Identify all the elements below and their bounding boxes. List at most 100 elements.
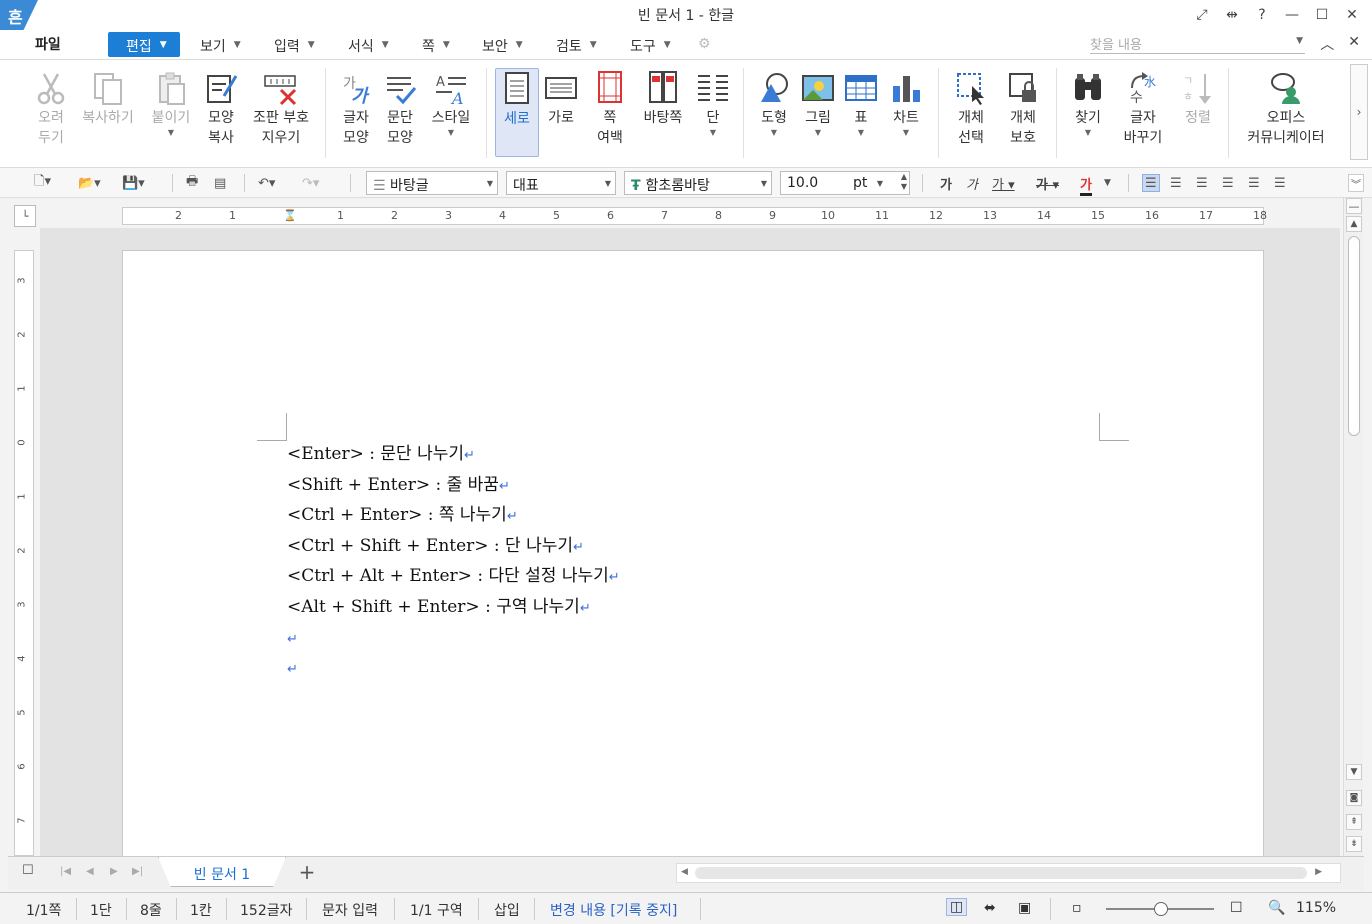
menu-edit[interactable]: 편집 ▼: [108, 32, 180, 57]
align-center-icon[interactable]: ☰: [1196, 174, 1208, 192]
menu-file[interactable]: 파일: [35, 34, 61, 54]
language-select[interactable]: 대표 ▼: [506, 171, 616, 195]
document-line[interactable]: <Ctrl + Shift + Enter> : 단 나누기↵: [287, 531, 620, 562]
scroll-top-icon[interactable]: —: [1346, 198, 1362, 214]
char-shape-button[interactable]: 가가 글자 모양: [336, 68, 376, 148]
prev-tab-icon[interactable]: ◀: [86, 866, 94, 877]
next-tab-icon[interactable]: ▶: [110, 866, 118, 877]
font-size-input[interactable]: 10.0 pt ▼ ▲ ▼: [780, 171, 910, 195]
font-select[interactable]: Ŧ 함초롬바탕 ▼: [624, 171, 772, 195]
ribbon-expand-button[interactable]: ›: [1350, 64, 1368, 160]
collapse-ribbon-icon[interactable]: ︿: [1320, 34, 1334, 54]
scrollbar-thumb[interactable]: [1348, 236, 1360, 436]
picture-button[interactable]: 그림 ▼: [798, 68, 838, 138]
ruler-corner-icon[interactable]: └: [14, 205, 36, 227]
zoom-in-icon[interactable]: ☐: [1230, 900, 1243, 916]
table-button[interactable]: 표 ▼: [842, 68, 880, 138]
justify-icon[interactable]: ☰: [1142, 174, 1160, 192]
close-button[interactable]: ✕: [1340, 4, 1364, 26]
object-select-button[interactable]: 개체 선택: [948, 68, 994, 148]
minimize-button[interactable]: —: [1280, 4, 1304, 26]
paste-button[interactable]: 붙이기 ▼: [148, 68, 194, 138]
document-line[interactable]: <Alt + Shift + Enter> : 구역 나누기↵: [287, 592, 620, 623]
toolbar-more-icon[interactable]: ︾: [1348, 174, 1364, 192]
vertical-scrollbar[interactable]: — ▲ ▼ ◙ ⇞ ⇟: [1343, 198, 1363, 856]
bold-button[interactable]: 가: [940, 174, 952, 193]
redo-icon[interactable]: ↷▾: [302, 174, 319, 192]
vertical-ruler[interactable]: 3 2 1 0 1 2 3 4 5 6 7: [14, 250, 34, 856]
split-view-icon[interactable]: ⇹: [1220, 4, 1244, 26]
tab-list-icon[interactable]: ☐: [22, 863, 34, 878]
settings-icon[interactable]: ⚙: [698, 32, 728, 57]
italic-button[interactable]: 가: [966, 174, 978, 193]
ruler-indent-marker[interactable]: ⌛: [283, 209, 297, 222]
last-tab-icon[interactable]: ▶|: [132, 866, 143, 877]
menu-review[interactable]: 검토 ▼: [544, 32, 618, 57]
strikethrough-button[interactable]: 가 ▾: [1036, 174, 1059, 193]
chevron-down-icon[interactable]: ▼: [1296, 36, 1303, 46]
maximize-button[interactable]: ☐: [1310, 4, 1334, 26]
page-view-icon[interactable]: ▣: [1018, 900, 1031, 916]
document-line[interactable]: <Shift + Enter> : 줄 바꿈↵: [287, 470, 620, 501]
next-page-icon[interactable]: ⇟: [1346, 836, 1362, 852]
zoom-slider-thumb[interactable]: [1154, 902, 1168, 916]
print-icon[interactable]: 🖶: [186, 174, 198, 192]
document-page[interactable]: <Enter> : 문단 나누기↵ <Shift + Enter> : 줄 바꿈↵…: [122, 250, 1264, 856]
scroll-down-arrow[interactable]: ▼: [1346, 764, 1362, 780]
document-line[interactable]: <Ctrl + Enter> : 쪽 나누기↵: [287, 500, 620, 531]
tab-document[interactable]: 빈 문서 1: [158, 857, 286, 887]
chevron-down-icon[interactable]: ▼: [1104, 174, 1111, 192]
add-tab-button[interactable]: +: [288, 860, 326, 886]
clear-marks-button[interactable]: 조판 부호 지우기: [248, 68, 314, 148]
chart-button[interactable]: 차트 ▼: [884, 68, 928, 138]
first-tab-icon[interactable]: |◀: [60, 866, 71, 877]
document-line[interactable]: ↵: [287, 623, 620, 654]
distribute-icon[interactable]: ☰: [1248, 174, 1260, 192]
fullscreen-icon[interactable]: ⤢: [1190, 4, 1214, 26]
print-preview-icon[interactable]: ▤: [214, 174, 226, 192]
document-line[interactable]: <Enter> : 문단 나누기↵: [287, 439, 620, 470]
document-line[interactable]: ↵: [287, 653, 620, 684]
office-communicator-button[interactable]: 오피스 커뮤니케이터: [1240, 68, 1332, 148]
status-insert-mode[interactable]: 삽입: [494, 900, 520, 920]
shape-button[interactable]: 도형 ▼: [752, 68, 796, 138]
help-icon[interactable]: ?: [1250, 4, 1274, 26]
page-margin-button[interactable]: 쪽 여백: [588, 68, 632, 148]
scroll-right-arrow[interactable]: ▶: [1315, 867, 1322, 877]
align-left-icon[interactable]: ☰: [1170, 174, 1182, 192]
document-line[interactable]: <Ctrl + Alt + Enter> : 다단 설정 나누기↵: [287, 561, 620, 592]
status-input-mode[interactable]: 문자 입력: [322, 900, 378, 920]
split-align-icon[interactable]: ☰: [1274, 174, 1286, 192]
horizontal-scrollbar[interactable]: ◀ ▶: [676, 863, 1341, 883]
column-button[interactable]: 단 ▼: [694, 68, 732, 138]
style-button[interactable]: AA 스타일 ▼: [426, 68, 476, 138]
size-stepper[interactable]: ▲ ▼: [901, 172, 907, 192]
replace-button[interactable]: 水수 글자 바꾸기: [1114, 68, 1172, 148]
scroll-up-arrow[interactable]: ▲: [1346, 216, 1362, 232]
status-track-changes[interactable]: 변경 내용 [기록 중지]: [550, 900, 677, 920]
prev-page-icon[interactable]: ⇞: [1346, 814, 1362, 830]
master-page-button[interactable]: 바탕쪽: [640, 68, 686, 128]
open-folder-icon[interactable]: 📂▾: [78, 174, 101, 192]
horizontal-ruler[interactable]: 2 1 ⌛ 1 2 3 4 5 6 7 8 9 10 11 12 13 14 1…: [122, 207, 1267, 225]
width-view-icon[interactable]: ⬌: [984, 900, 996, 916]
menu-insert[interactable]: 입력 ▼: [262, 32, 336, 57]
status-page[interactable]: 1/1쪽: [26, 900, 61, 920]
para-shape-button[interactable]: 문단 모양: [380, 68, 420, 148]
save-icon[interactable]: 💾▾: [122, 174, 145, 192]
shape-copy-button[interactable]: 모양 복사: [200, 68, 242, 148]
find-button[interactable]: 찾기 ▼: [1068, 68, 1108, 138]
style-select[interactable]: ☰ 바탕글 ▼: [366, 171, 498, 195]
page-view-icon[interactable]: ◙: [1346, 790, 1362, 806]
landscape-button[interactable]: 가로: [542, 68, 580, 128]
font-color-button[interactable]: 가: [1080, 174, 1092, 196]
new-doc-icon[interactable]: 🗋▾: [34, 174, 51, 192]
menu-view[interactable]: 보기 ▼: [180, 32, 262, 57]
zoom-out-icon[interactable]: ▫: [1072, 900, 1082, 916]
menu-format[interactable]: 서식 ▼: [336, 32, 410, 57]
menu-page[interactable]: 쪽 ▼: [410, 32, 470, 57]
normal-view-icon[interactable]: ◫: [946, 898, 968, 916]
menu-tools[interactable]: 도구 ▼: [618, 32, 698, 57]
cut-button[interactable]: 오려 두기: [30, 68, 72, 148]
close-doc-icon[interactable]: ✕: [1348, 34, 1360, 54]
